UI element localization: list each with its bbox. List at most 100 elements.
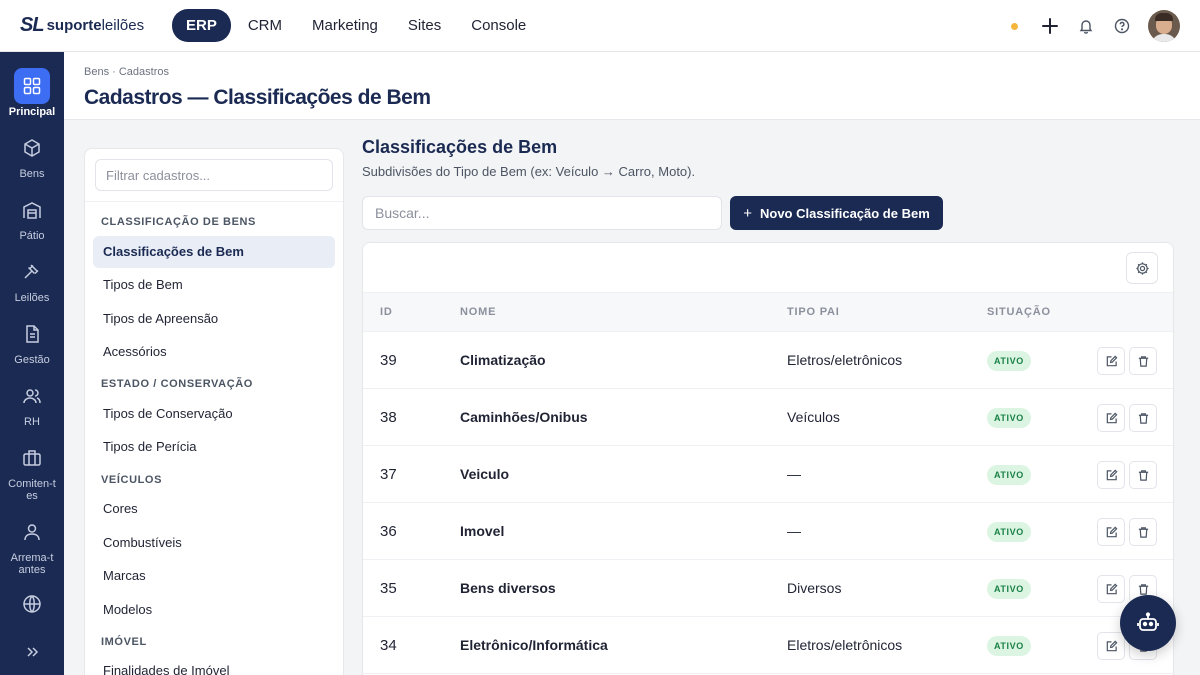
group-title: CLASSIFICAÇÃO DE BENS — [101, 216, 256, 228]
table-row[interactable]: 38 Caminhões/Onibus Veículos ATIVO — [363, 389, 1173, 446]
edit-icon — [1106, 526, 1117, 537]
column-header-nome[interactable]: NOME — [460, 306, 496, 318]
cell-nome: Climatização — [460, 352, 546, 368]
cell-tipo-pai: Eletros/eletrônicos — [787, 352, 903, 368]
filter-input[interactable] — [95, 159, 333, 191]
filter-item-combustiveis[interactable]: Combustíveis — [93, 527, 335, 559]
plus-icon: + — [743, 204, 752, 222]
rail-item-gestao[interactable]: Gestão — [0, 316, 64, 366]
briefcase-icon — [14, 440, 50, 476]
filter-item-acessorios[interactable]: Acessórios — [93, 336, 335, 368]
rail-item-arrematantes[interactable]: Arrema-tantes — [0, 514, 64, 576]
search-input[interactable] — [362, 196, 722, 230]
data-table: ID NOME TIPO PAI SITUAÇÃO 39 Climatizaçã… — [362, 242, 1174, 675]
logo-text: suporteleilões — [46, 17, 145, 34]
top-bar: SL suporteleilões ERP CRM Marketing Site… — [0, 0, 1200, 52]
edit-button[interactable] — [1097, 575, 1125, 603]
dashboard-icon — [14, 68, 50, 104]
delete-button[interactable] — [1129, 404, 1157, 432]
filter-item-tipos-bem[interactable]: Tipos de Bem — [93, 269, 335, 301]
trash-icon — [1138, 355, 1148, 367]
rail-item-sites[interactable] — [0, 586, 64, 624]
trash-icon — [1138, 469, 1148, 481]
table-row[interactable]: 36 Imovel — ATIVO — [363, 503, 1173, 560]
rail-item-principal[interactable]: Principal — [0, 68, 64, 118]
rail-item-patio[interactable]: Pátio — [0, 192, 64, 242]
plus-icon[interactable] — [1040, 16, 1060, 36]
edit-icon — [1106, 640, 1117, 651]
cell-tipo-pai: — — [787, 466, 801, 482]
status-badge: ATIVO — [987, 351, 1031, 371]
filter-item-marcas[interactable]: Marcas — [93, 560, 335, 592]
edit-button[interactable] — [1097, 518, 1125, 546]
breadcrumb[interactable]: Bens · Cadastros — [84, 66, 169, 78]
table-row[interactable]: 35 Bens diversos Diversos ATIVO — [363, 560, 1173, 617]
filter-item-cores[interactable]: Cores — [93, 493, 335, 525]
cell-nome: Imovel — [460, 523, 505, 539]
edit-button[interactable] — [1097, 404, 1125, 432]
gear-icon — [1135, 261, 1149, 275]
rail-item-comitentes[interactable]: Comiten-tes — [0, 440, 64, 502]
rail-item-bens[interactable]: Bens — [0, 130, 64, 180]
bell-icon[interactable] — [1076, 16, 1096, 36]
cell-nome: Caminhões/Onibus — [460, 409, 588, 425]
delete-button[interactable] — [1129, 461, 1157, 489]
filter-item-tipos-apreensao[interactable]: Tipos de Apreensão — [93, 303, 335, 335]
cell-id: 39 — [380, 352, 397, 369]
cell-tipo-pai: — — [787, 523, 801, 539]
gavel-icon — [14, 254, 50, 290]
table-row[interactable]: 37 Veiculo — ATIVO — [363, 446, 1173, 503]
table-row[interactable]: 39 Climatização Eletros/eletrônicos ATIV… — [363, 332, 1173, 389]
avatar[interactable] — [1148, 10, 1180, 42]
cell-tipo-pai: Veículos — [787, 409, 840, 425]
rail-expand[interactable] — [0, 634, 64, 672]
cell-id: 34 — [380, 637, 397, 654]
status-badge: ATIVO — [987, 636, 1031, 656]
nav-sites[interactable]: Sites — [395, 9, 454, 42]
group-title: VEÍCULOS — [101, 474, 163, 486]
nav-console[interactable]: Console — [458, 9, 539, 42]
filter-item-classificacoes[interactable]: Classificações de Bem — [93, 236, 335, 268]
logo[interactable]: SL suporteleilões — [20, 14, 160, 37]
page-title: Cadastros — Classificações de Bem — [84, 86, 431, 109]
rail-item-leiloes[interactable]: Leilões — [0, 254, 64, 304]
edit-button[interactable] — [1097, 347, 1125, 375]
filter-item-finalidades-imovel[interactable]: Finalidades de Imóvel — [93, 655, 335, 675]
nav-erp[interactable]: ERP — [172, 9, 231, 42]
filter-panel: CLASSIFICAÇÃO DE BENS Classificações de … — [84, 148, 344, 675]
globe-icon — [14, 586, 50, 622]
cell-id: 38 — [380, 409, 397, 426]
left-rail: Principal Bens Pátio Leilões Gestão RH C… — [0, 52, 64, 675]
status-dot — [1011, 22, 1018, 30]
delete-button[interactable] — [1129, 518, 1157, 546]
edit-button[interactable] — [1097, 461, 1125, 489]
trash-icon — [1138, 526, 1148, 538]
column-header-id[interactable]: ID — [380, 306, 393, 318]
column-header-tipo-pai[interactable]: TIPO PAI — [787, 306, 840, 318]
table-row[interactable]: 34 Eletrônico/Informática Eletros/eletrô… — [363, 617, 1173, 674]
table-header: ID NOME TIPO PAI SITUAÇÃO — [363, 292, 1173, 332]
edit-button[interactable] — [1097, 632, 1125, 660]
filter-item-modelos[interactable]: Modelos — [93, 594, 335, 626]
filter-item-tipos-pericia[interactable]: Tipos de Perícia — [93, 431, 335, 463]
rail-item-rh[interactable]: RH — [0, 378, 64, 428]
filter-item-tipos-conservacao[interactable]: Tipos de Conservação — [93, 398, 335, 430]
delete-button[interactable] — [1129, 347, 1157, 375]
user-icon — [14, 514, 50, 550]
logo-mark: SL — [20, 14, 45, 36]
status-badge: ATIVO — [987, 465, 1031, 485]
cell-nome: Veiculo — [460, 466, 510, 482]
cell-tipo-pai: Diversos — [787, 580, 842, 596]
new-classification-button[interactable]: + Novo Classificação de Bem — [730, 196, 943, 230]
group-title: ESTADO / CONSERVAÇÃO — [101, 378, 253, 390]
nav-marketing[interactable]: Marketing — [299, 9, 391, 42]
help-icon[interactable] — [1112, 16, 1132, 36]
edit-icon — [1106, 412, 1117, 423]
table-settings-button[interactable] — [1126, 252, 1158, 284]
warehouse-icon — [14, 192, 50, 228]
box-icon — [14, 130, 50, 166]
nav-crm[interactable]: CRM — [235, 9, 295, 42]
trash-icon — [1138, 412, 1148, 424]
assistant-bot-button[interactable] — [1120, 595, 1176, 651]
column-header-situacao[interactable]: SITUAÇÃO — [987, 306, 1051, 318]
